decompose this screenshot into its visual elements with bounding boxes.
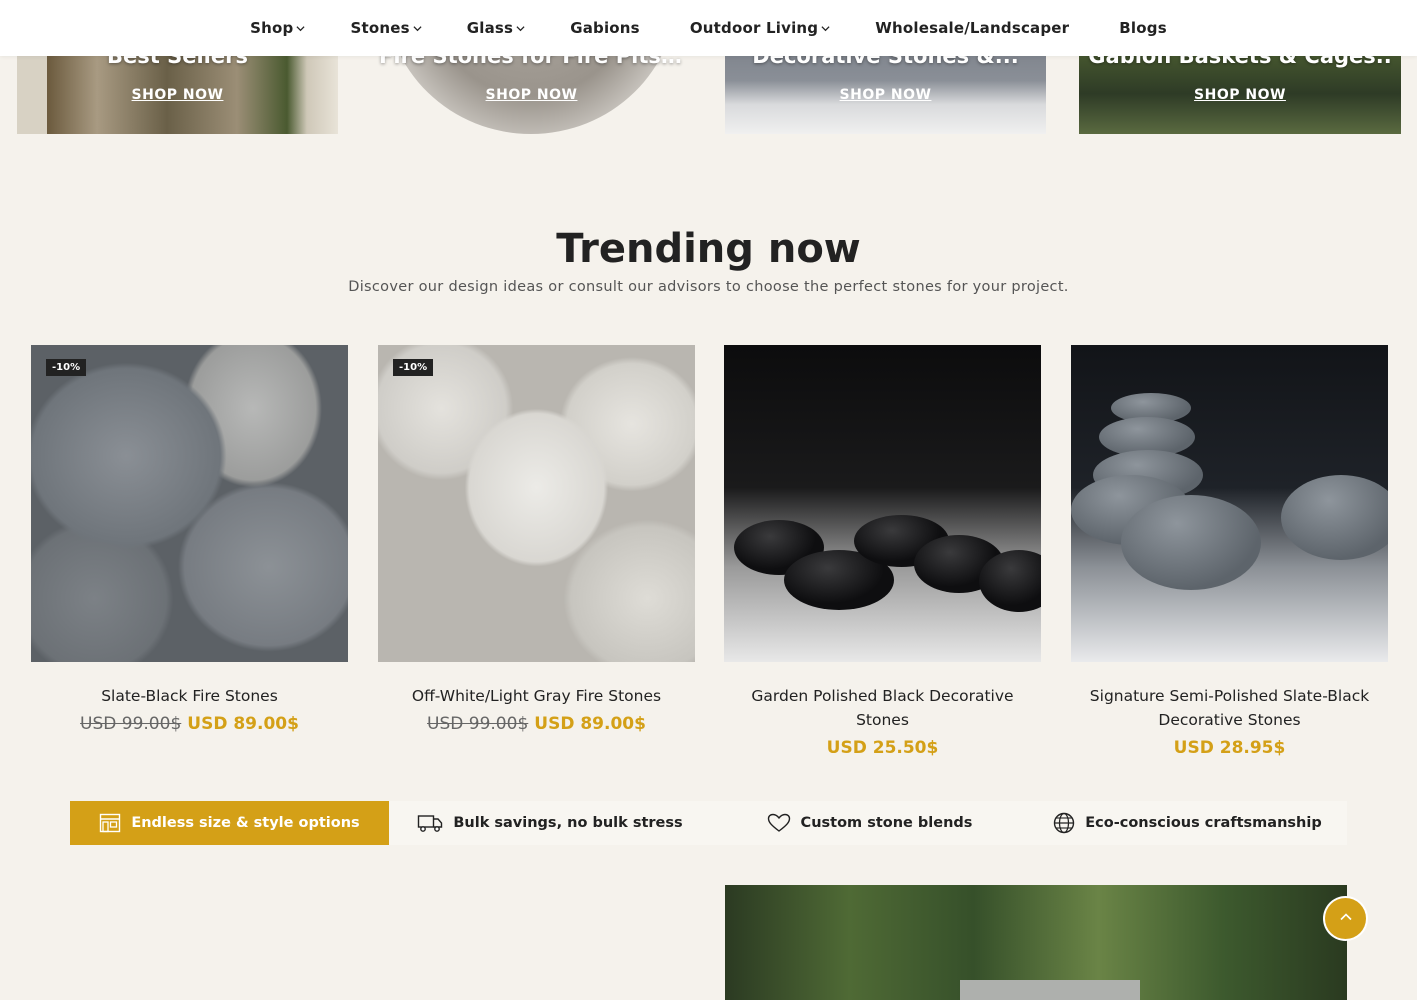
nav-item-label: Glass	[466, 19, 514, 37]
feature-tab-custom-blends[interactable]: Custom stone blends	[711, 801, 1028, 845]
features-bar: Endless size & style options Bulk saving…	[70, 801, 1347, 845]
discount-badge: -10%	[393, 359, 434, 376]
chevron-down-icon	[516, 24, 525, 33]
sale-price: USD 89.00$	[534, 714, 646, 734]
nav-item-gabions[interactable]: Gabions	[570, 19, 640, 37]
chevron-up-icon	[1339, 909, 1353, 928]
sale-price: USD 25.50$	[826, 738, 939, 758]
nav-item-outdoor-living[interactable]: Outdoor Living	[690, 19, 830, 37]
feature-label: Custom stone blends	[800, 815, 973, 831]
shop-now-link[interactable]: SHOP NOW	[371, 87, 692, 103]
product-price: USD 28.95$	[1071, 738, 1388, 758]
gabion-slab-shape	[960, 980, 1140, 1000]
scroll-to-top-button[interactable]	[1325, 898, 1366, 939]
shop-now-link[interactable]: SHOP NOW	[17, 87, 338, 103]
product-name[interactable]: Off-White/Light Gray Fire Stones	[378, 684, 695, 708]
chevron-down-icon	[296, 24, 306, 33]
nav-item-label: Gabions	[570, 19, 640, 37]
product-price: USD 99.00$ USD 89.00$	[378, 714, 695, 734]
section-subtitle: Discover our design ideas or consult our…	[348, 279, 1069, 295]
nav-item-stones[interactable]: Stones	[350, 19, 422, 37]
stone-shape	[979, 550, 1041, 612]
product-card[interactable]: -10% Slate-Black Fire Stones USD 99.00$ U…	[31, 345, 348, 734]
product-price: USD 99.00$ USD 89.00$	[31, 714, 348, 734]
sale-price: USD 28.95$	[1173, 738, 1286, 758]
product-name[interactable]: Signature Semi-Polished Slate-Black Deco…	[1071, 684, 1388, 732]
globe-icon	[1053, 812, 1075, 834]
storefront-icon	[99, 813, 121, 833]
stone-shape	[1281, 475, 1388, 560]
chevron-down-icon	[821, 24, 830, 33]
nav-item-label: Blogs	[1119, 19, 1167, 37]
product-image[interactable]	[1071, 345, 1388, 662]
old-price: USD 99.00$	[427, 714, 529, 734]
heart-icon	[767, 813, 791, 833]
discount-badge: -10%	[46, 359, 87, 376]
feature-tab-size-style[interactable]: Endless size & style options	[70, 801, 389, 845]
product-image[interactable]	[724, 345, 1041, 662]
shop-now-link[interactable]: SHOP NOW	[1079, 87, 1401, 103]
nav-item-glass[interactable]: Glass	[467, 19, 525, 37]
feature-tab-bulk-savings[interactable]: Bulk savings, no bulk stress	[389, 801, 711, 845]
product-card[interactable]: Signature Semi-Polished Slate-Black Deco…	[1071, 345, 1388, 758]
garden-feature-image	[725, 885, 1347, 1000]
product-name[interactable]: Slate-Black Fire Stones	[31, 684, 348, 708]
nav-item-label: Shop	[250, 19, 294, 37]
nav-item-label: Outdoor Living	[689, 19, 819, 37]
feature-label: Bulk savings, no bulk stress	[453, 815, 683, 831]
product-image[interactable]: -10%	[31, 345, 348, 662]
main-nav: Shop Stones Glass Gabions Outdoor Living…	[0, 0, 1417, 56]
old-price: USD 99.00$	[80, 714, 182, 734]
nav-item-shop[interactable]: Shop	[250, 19, 306, 37]
section-title: Trending now	[556, 226, 861, 272]
product-card[interactable]: -10% Off-White/Light Gray Fire Stones US…	[378, 345, 695, 734]
nav-item-label: Wholesale/Landscaper	[875, 19, 1070, 37]
nav-item-label: Stones	[350, 19, 410, 37]
product-card[interactable]: Garden Polished Black Decorative Stones …	[724, 345, 1041, 758]
nav-item-wholesale[interactable]: Wholesale/Landscaper	[875, 19, 1069, 37]
feature-tab-eco[interactable]: Eco-conscious craftsmanship	[1028, 801, 1347, 845]
stone-shape	[1121, 495, 1261, 590]
product-price: USD 25.50$	[724, 738, 1041, 758]
chevron-down-icon	[413, 24, 422, 33]
shop-now-link[interactable]: SHOP NOW	[725, 87, 1046, 103]
product-image[interactable]: -10%	[378, 345, 695, 662]
sale-price: USD 89.00$	[187, 714, 299, 734]
nav-item-blogs[interactable]: Blogs	[1119, 19, 1167, 37]
truck-icon	[417, 813, 443, 833]
feature-label: Eco-conscious craftsmanship	[1085, 815, 1322, 831]
feature-label: Endless size & style options	[131, 815, 360, 831]
product-name[interactable]: Garden Polished Black Decorative Stones	[724, 684, 1041, 732]
